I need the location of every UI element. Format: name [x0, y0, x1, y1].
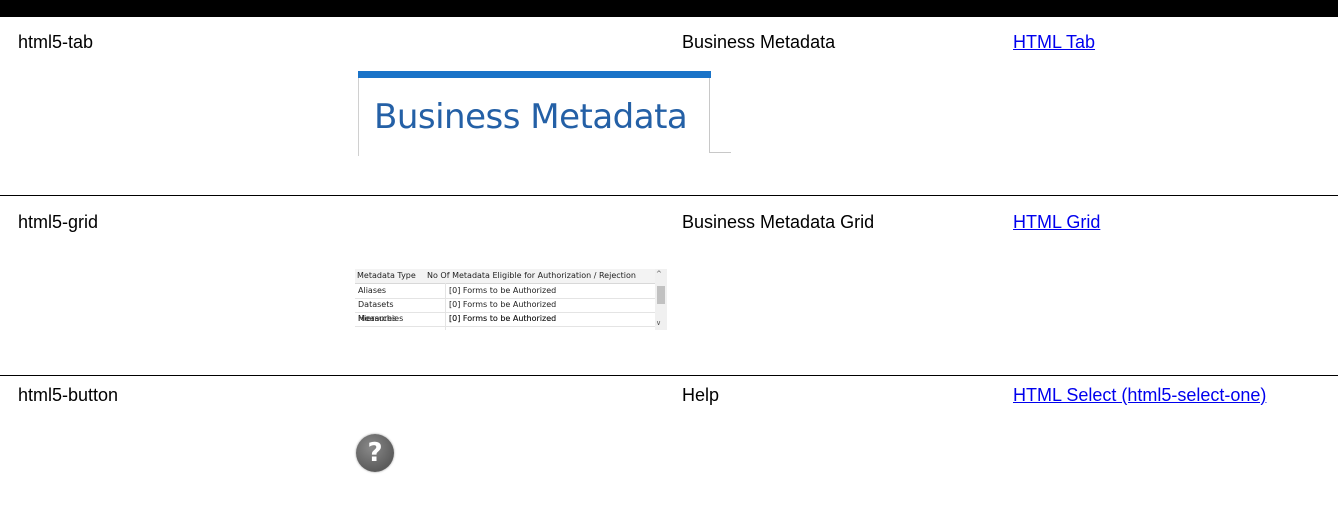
table-row: Datasets [0] Forms to be Authorized: [355, 298, 655, 313]
row-id-tab: html5-tab: [18, 32, 94, 52]
grid-header: Metadata Type No Of Metadata Eligible fo…: [355, 269, 657, 284]
grid-cell-status: [0] Forms to be Authorized: [449, 300, 557, 309]
tab-label: Business Metadata: [374, 97, 688, 137]
grid-scroll-thumb: [657, 286, 665, 304]
row-id-grid: html5-grid: [18, 212, 99, 232]
help-icon: ?: [356, 434, 394, 472]
row-label-grid: Business Metadata Grid: [682, 212, 875, 232]
grid-header-type: Metadata Type: [357, 271, 416, 280]
tab-left-border: [358, 78, 359, 156]
grid-header-count: No Of Metadata Eligible for Authorizatio…: [427, 271, 636, 280]
grid-cell-type: Hierarchies: [358, 314, 404, 323]
table-row: Aliases [0] Forms to be Authorized: [355, 284, 655, 299]
row-label-button: Help: [682, 385, 720, 405]
row-label-tab: Business Metadata: [682, 32, 836, 52]
grid-cell-type: Aliases: [358, 286, 387, 295]
html-grid-link[interactable]: HTML Grid: [1013, 212, 1100, 232]
html-tab-link[interactable]: HTML Tab: [1013, 32, 1095, 52]
business-metadata-grid-image: Metadata Type No Of Metadata Eligible fo…: [355, 269, 667, 330]
tab-bottom-border: [709, 152, 731, 153]
scroll-up-icon: ^: [656, 270, 662, 278]
row-divider: [0, 195, 1338, 196]
grid-column-separator: [445, 283, 446, 330]
table-header-bar: [0, 0, 1338, 17]
grid-cell-status: [0] Forms to be Authorized: [449, 286, 557, 295]
scroll-down-icon: ∨: [656, 319, 662, 327]
row-id-button: html5-button: [18, 385, 119, 405]
html-select-link[interactable]: HTML Select (html5-select-one): [1013, 385, 1266, 405]
tab-active-indicator: [358, 71, 711, 78]
grid-cell-type: Datasets: [358, 300, 394, 309]
row-link-grid: HTML Grid: [1013, 211, 1323, 233]
tab-right-border: [709, 78, 710, 153]
row-link-tab: HTML Tab: [1013, 31, 1323, 53]
row-link-button: HTML Select (html5-select-one): [1013, 384, 1323, 406]
business-metadata-tab-image: Business Metadata: [356, 71, 731, 157]
table-row: Hierarchies [0] Forms to be Authorized: [355, 314, 655, 330]
grid-cell-status: [0] Forms to be Authorized: [449, 314, 557, 323]
row-divider: [0, 375, 1338, 376]
